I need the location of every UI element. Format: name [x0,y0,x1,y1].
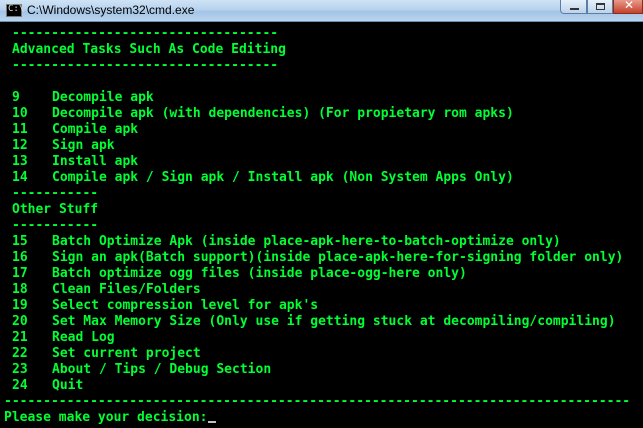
menu-item-number: 19 [12,298,28,313]
maximize-button[interactable] [587,0,613,14]
minimize-icon [570,8,579,10]
menu-item-number: 16 [12,250,28,265]
menu-item: 20 Set Max Memory Size (Only use if getti… [4,314,643,330]
menu-item-number: 22 [12,346,28,361]
menu-item-label: About / Tips / Debug Section [52,362,272,377]
menu-item-number: 20 [12,314,28,329]
menu-item-number: 14 [12,170,28,185]
menu-item: 18 Clean Files/Folders [4,282,643,298]
menu-item: 24 Quit [4,378,643,394]
menu-item: 19 Select compression level for apk's [4,298,643,314]
divider: ---------------------------------- [12,26,279,41]
menu-item-label: Batch optimize ogg files (inside place-o… [52,266,467,281]
menu-item-label: Set current project [52,346,201,361]
close-icon: ✕ [623,0,635,12]
menu-item-number: 12 [12,138,28,153]
menu-item-number: 15 [12,234,28,249]
cmd-window: C:\ C:\Windows\system32\cmd.exe ✕ ------… [0,0,643,428]
menu-item: 15 Batch Optimize Apk (inside place-apk-h… [4,234,643,250]
menu-item-number: 24 [12,378,28,393]
menu-item-number: 18 [12,282,28,297]
menu-item: 10 Decompile apk (with dependencies) (For… [4,106,643,122]
menu-item-number: 17 [12,266,28,281]
divider-full: ----------------------------------------… [4,394,631,409]
window-title: C:\Windows\system32\cmd.exe [27,3,195,17]
menu-item-number: 9 [12,90,20,105]
menu-item-number: 13 [12,154,28,169]
prompt-line[interactable]: Please make your decision: [4,410,216,426]
console-output[interactable]: ---------------------------------- Advan… [4,26,643,428]
menu-item: 14 Compile apk / Sign apk / Install apk (… [4,170,643,186]
menu-item-label: Set Max Memory Size (Only use if getting… [52,314,616,329]
menu-item-label: Compile apk / Sign apk / Install apk (No… [52,170,514,185]
menu-item: 16 Sign an apk(Batch support)(inside plac… [4,250,643,266]
menu-item: 17 Batch optimize ogg files (inside place… [4,266,643,282]
maximize-icon [596,3,605,10]
menu-item-label: Compile apk [52,122,139,137]
menu-item-label: Sign an apk(Batch support)(inside place-… [52,250,624,265]
menu-item: 21 Read Log [4,330,643,346]
menu-item-label: Select compression level for apk's [52,298,319,313]
menu-item-label: Batch Optimize Apk (inside place-apk-her… [52,234,561,249]
close-button[interactable]: ✕ [613,0,643,14]
section-heading-other: Other Stuff [12,202,99,217]
menu-item: 22 Set current project [4,346,643,362]
menu-item-label: Read Log [52,330,115,345]
menu-item-number: 10 [12,106,28,121]
menu-item-number: 21 [12,330,28,345]
menu-item-label: Quit [52,378,84,393]
section-heading-advanced: Advanced Tasks Such As Code Editing [12,42,286,57]
menu-item: 11 Compile apk [4,122,643,138]
menu-item-label: Decompile apk [52,90,154,105]
cmd-icon[interactable]: C:\ [6,4,24,17]
title-bar[interactable]: C:\ C:\Windows\system32\cmd.exe ✕ [0,0,643,22]
menu-item-label: Sign apk [52,138,115,153]
text-cursor [207,421,216,423]
menu-item-label: Clean Files/Folders [52,282,201,297]
divider: ---------------------------------- [12,58,279,73]
menu-item: 12 Sign apk [4,138,643,154]
menu-item-label: Decompile apk (with dependencies) (For p… [52,106,514,121]
menu-item: 23 About / Tips / Debug Section [4,362,643,378]
menu-item-number: 23 [12,362,28,377]
divider: ----------- [12,218,99,233]
menu-item: 9 Decompile apk [4,90,643,106]
prompt-text: Please make your decision: [4,410,208,425]
menu-item-label: Install apk [52,154,139,169]
divider: ----------- [12,186,99,201]
minimize-button[interactable] [560,0,587,14]
menu-item-number: 11 [12,122,28,137]
menu-item: 13 Install apk [4,154,643,170]
